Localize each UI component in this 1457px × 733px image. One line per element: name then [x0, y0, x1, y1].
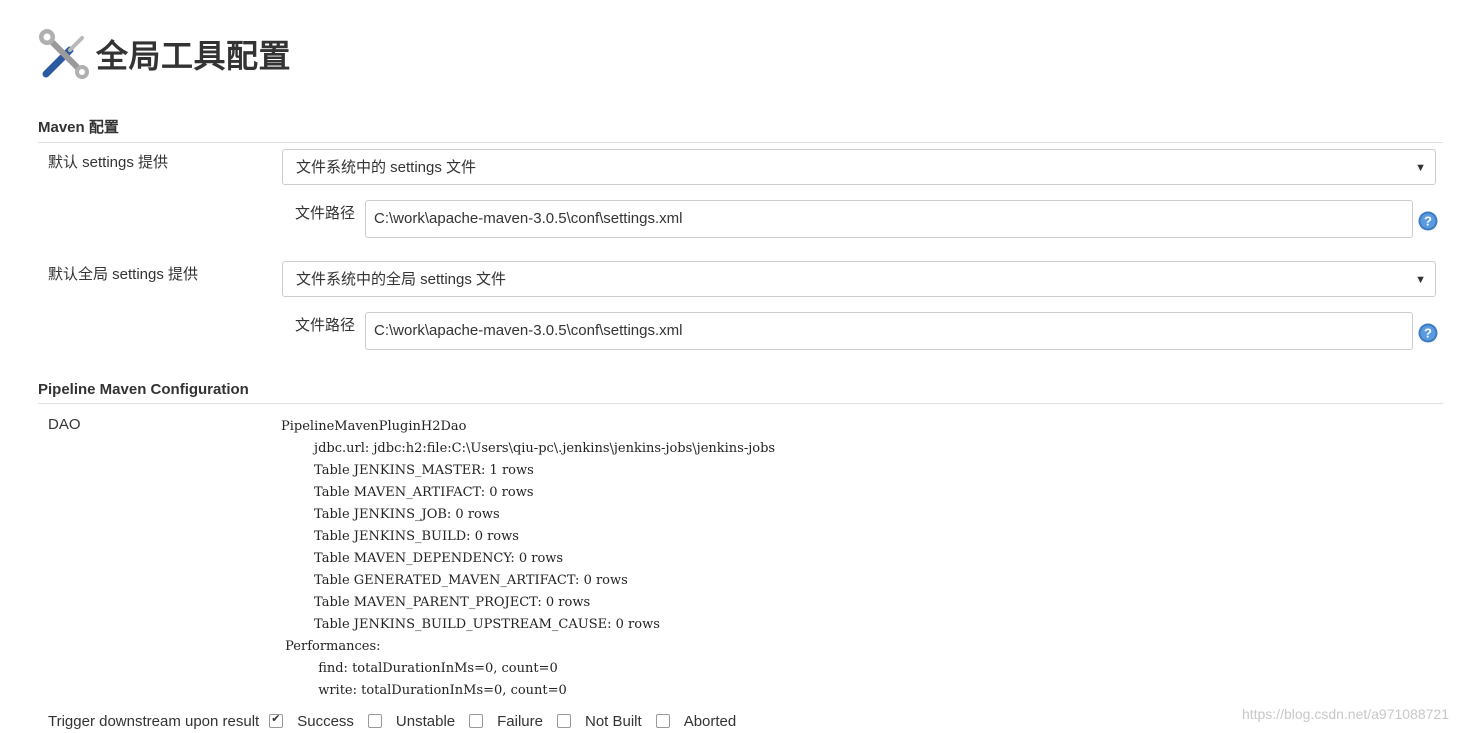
chevron-down-icon: ▼ [1415, 274, 1426, 286]
checkbox-unstable[interactable] [367, 714, 382, 728]
global-settings-provider-select[interactable]: 文件系统中的全局 settings 文件 ▼ [282, 261, 1436, 297]
settings-path-label: 文件路径 [295, 205, 356, 222]
checkbox-success[interactable] [269, 712, 284, 728]
trigger-downstream-label: Trigger downstream upon result [48, 712, 260, 730]
maven-section-header: Maven 配置 [38, 116, 1443, 143]
trigger-option-success[interactable]: Success [269, 712, 360, 730]
checkbox-label: Failure [497, 712, 543, 730]
dao-info-text: PipelineMavenPluginH2Dao jdbc.url: jdbc:… [281, 419, 776, 698]
checkbox-aborted[interactable] [655, 714, 670, 728]
trigger-option-aborted[interactable]: Aborted [655, 712, 743, 730]
global-settings-path-label: 文件路径 [295, 317, 356, 334]
settings-provider-value: 文件系统中的 settings 文件 [296, 159, 477, 176]
tools-icon [39, 29, 89, 79]
checkbox-not-built[interactable] [556, 714, 571, 728]
help-icon[interactable]: ? [1418, 323, 1438, 343]
global-settings-path-input[interactable]: C:\work\apache-maven-3.0.5\conf\settings… [365, 312, 1413, 350]
watermark: https://blog.csdn.net/a971088721 [1241, 706, 1449, 722]
help-icon[interactable]: ? [1418, 211, 1438, 231]
settings-provider-select[interactable]: 文件系统中的 settings 文件 ▼ [282, 149, 1436, 185]
svg-text:?: ? [1424, 214, 1432, 229]
pipeline-section-header: Pipeline Maven Configuration [38, 381, 1443, 404]
checkbox-label: Not Built [584, 712, 642, 730]
trigger-option-unstable[interactable]: Unstable [367, 712, 461, 730]
checkbox-failure[interactable] [469, 714, 484, 728]
page-header: 全局工具配置 [36, 26, 291, 82]
global-settings-provider-label: 默认全局 settings 提供 [48, 266, 199, 283]
settings-provider-label: 默认 settings 提供 [48, 154, 169, 171]
trigger-downstream-row: Trigger downstream upon result Success U… [48, 709, 750, 733]
svg-text:?: ? [1424, 326, 1432, 341]
trigger-option-failure[interactable]: Failure [469, 713, 549, 730]
page-title: 全局工具配置 [96, 38, 292, 74]
chevron-down-icon: ▼ [1415, 162, 1426, 174]
settings-path-input[interactable]: C:\work\apache-maven-3.0.5\conf\settings… [365, 200, 1413, 238]
global-settings-provider-value: 文件系统中的全局 settings 文件 [296, 271, 507, 288]
checkbox-label: Unstable [395, 712, 456, 730]
trigger-option-not-built[interactable]: Not Built [556, 712, 648, 730]
checkbox-label: Aborted [683, 712, 737, 730]
dao-label: DAO [48, 416, 81, 433]
checkbox-label: Success [297, 712, 354, 730]
